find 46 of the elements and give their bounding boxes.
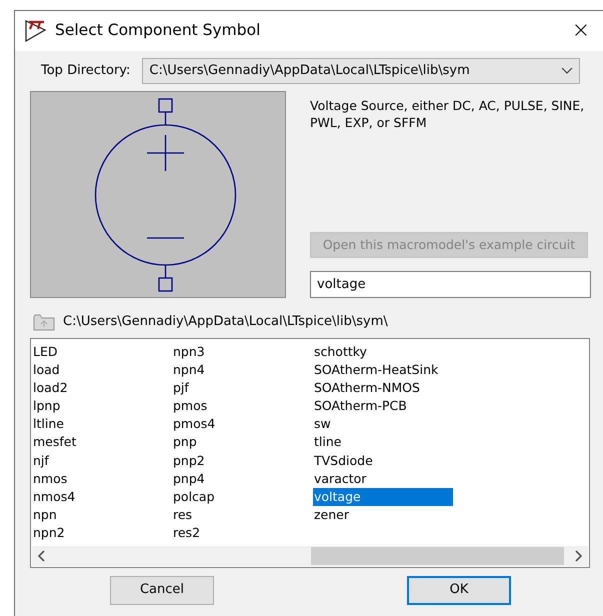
symbol-list-item[interactable]: schottky bbox=[313, 342, 453, 361]
symbol-list-item[interactable]: load bbox=[32, 360, 152, 379]
symbol-list-item[interactable]: nmos4 bbox=[32, 488, 152, 506]
symbol-list-item[interactable]: TVSdiode bbox=[313, 452, 453, 470]
symbol-description: Voltage Source, either DC, AC, PULSE, SINE, PWL, EXP, or SFFM bbox=[310, 97, 586, 131]
symbol-list-item[interactable]: ltline bbox=[32, 415, 152, 434]
symbol-list-item[interactable]: tline bbox=[313, 433, 453, 452]
symbol-list-item[interactable]: njf bbox=[32, 452, 152, 470]
app-logo-icon bbox=[25, 19, 47, 43]
symbol-list-item[interactable]: voltage bbox=[313, 488, 453, 506]
chevron-down-icon bbox=[561, 67, 574, 75]
cancel-button[interactable]: Cancel bbox=[110, 576, 214, 604]
horizontal-scrollbar[interactable] bbox=[32, 546, 588, 566]
symbol-list-item[interactable]: mesfet bbox=[32, 433, 152, 452]
symbol-list-item[interactable]: SOAtherm-NMOS bbox=[313, 378, 453, 398]
directory-dropdown[interactable]: C:\Users\Gennadiy\AppData\Local\LTspice\lib\sym bbox=[142, 58, 580, 84]
scrollbar-thumb[interactable] bbox=[311, 546, 564, 564]
symbol-list-item[interactable]: npn bbox=[32, 506, 152, 524]
symbol-list-item[interactable]: zener bbox=[313, 506, 453, 524]
symbol-list-item[interactable]: load2 bbox=[32, 378, 152, 398]
symbol-list-item[interactable]: pmos4 bbox=[172, 415, 292, 434]
symbol-list-item[interactable]: res bbox=[172, 506, 292, 524]
symbol-list-item[interactable]: nmos bbox=[32, 470, 152, 488]
ok-button[interactable]: OK bbox=[407, 576, 511, 604]
symbol-list-item[interactable]: sw bbox=[313, 415, 453, 434]
symbol-list-item[interactable]: varactor bbox=[313, 470, 453, 488]
symbol-list-item[interactable]: npn4 bbox=[172, 360, 292, 379]
symbol-list-item[interactable]: npn2 bbox=[32, 524, 152, 543]
symbol-list-item[interactable]: pnp4 bbox=[172, 470, 292, 488]
symbol-list-item[interactable]: pnp2 bbox=[172, 452, 292, 470]
symbol-list-item[interactable]: LED bbox=[32, 342, 152, 361]
symbol-list-item[interactable]: lpnp bbox=[32, 397, 152, 416]
symbol-list-item[interactable]: pmos bbox=[172, 397, 292, 416]
folder-icon bbox=[33, 312, 55, 331]
symbol-list-item[interactable]: res2 bbox=[172, 524, 292, 543]
search-field[interactable]: voltage bbox=[310, 271, 591, 298]
close-button[interactable]: × bbox=[558, 11, 603, 51]
symbol-list-item[interactable]: pnp bbox=[172, 433, 292, 452]
symbol-list-item[interactable]: SOAtherm-HeatSink bbox=[313, 360, 453, 379]
window-title: Select Component Symbol bbox=[55, 20, 260, 42]
symbol-list-item[interactable]: npn3 bbox=[172, 342, 292, 361]
folder-path: C:\Users\Gennadiy\AppData\Local\LTspice\lib\sym\ bbox=[63, 313, 388, 331]
field-label: Top Directory: bbox=[41, 62, 130, 80]
symbol-list-item[interactable]: pjf bbox=[172, 378, 292, 398]
symbol-list-item[interactable]: SOAtherm-PCB bbox=[313, 397, 453, 416]
symbol-list-item[interactable]: polcap bbox=[172, 488, 292, 506]
